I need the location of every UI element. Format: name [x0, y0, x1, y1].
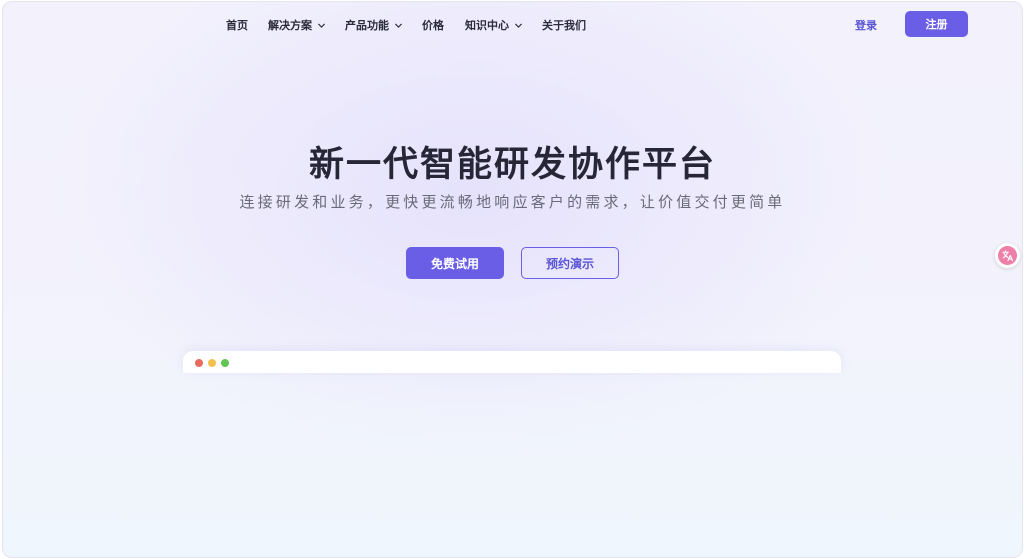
translate-icon	[998, 246, 1017, 265]
nav-item-features[interactable]: 产品功能	[345, 17, 403, 33]
translate-floating-button[interactable]	[995, 243, 1020, 268]
register-button[interactable]: 注册	[905, 11, 968, 37]
nav-item-label: 首页	[226, 19, 248, 32]
nav-item-label: 关于我们	[542, 19, 586, 32]
nav-item-pricing[interactable]: 价格	[422, 17, 444, 33]
nav-item-about[interactable]: 关于我们	[542, 17, 586, 33]
hero-title: 新一代智能研发协作平台	[308, 145, 716, 185]
page-frame: 首页 解决方案 产品功能 价格 知识中心 关于我们 登录 注册 新一代智能研发协…	[2, 1, 1023, 558]
product-preview-window	[183, 351, 841, 373]
window-maximize-dot	[221, 359, 229, 367]
hero-subtitle: 连接研发和业务，更快更流畅地响应客户的需求，让价值交付更简单	[239, 193, 786, 211]
nav-item-label: 价格	[422, 19, 444, 32]
free-trial-button[interactable]: 免费试用	[406, 247, 504, 279]
nav-item-label: 知识中心	[465, 19, 509, 32]
window-minimize-dot	[208, 359, 216, 367]
login-link[interactable]: 登录	[855, 17, 877, 33]
nav-item-home[interactable]: 首页	[226, 17, 248, 33]
nav-item-label: 解决方案	[268, 19, 312, 32]
book-demo-button[interactable]: 预约演示	[521, 247, 619, 279]
chevron-down-icon	[514, 22, 523, 28]
window-close-dot	[195, 359, 203, 367]
nav-item-solutions[interactable]: 解决方案	[268, 17, 326, 33]
chevron-down-icon	[394, 22, 403, 28]
nav-item-label: 产品功能	[345, 19, 389, 32]
chevron-down-icon	[317, 22, 326, 28]
top-navigation: 首页 解决方案 产品功能 价格 知识中心 关于我们 登录 注册	[3, 2, 1022, 46]
nav-item-knowledge[interactable]: 知识中心	[465, 17, 523, 33]
